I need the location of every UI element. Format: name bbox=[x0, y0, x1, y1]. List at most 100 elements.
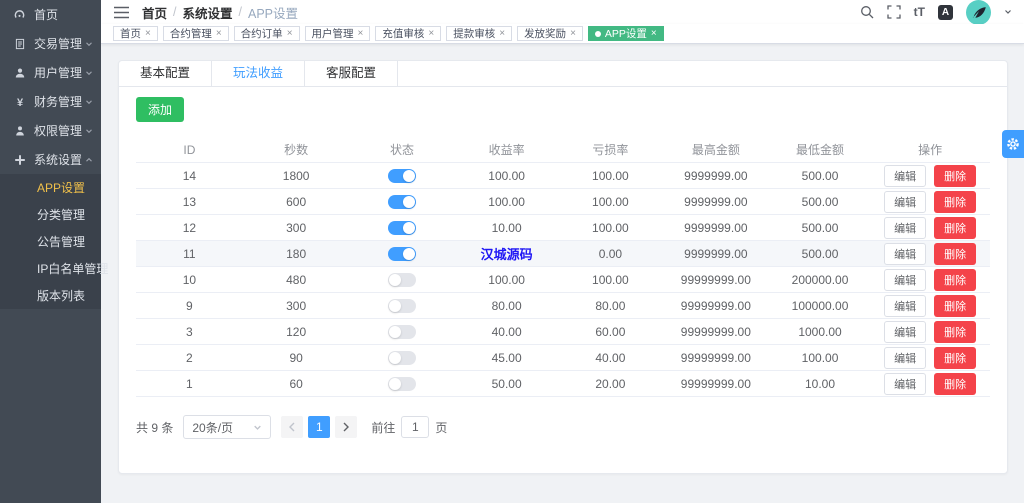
close-icon[interactable]: × bbox=[145, 28, 151, 39]
nav-tag-2[interactable]: 合约订单 × bbox=[233, 26, 300, 41]
sidebar-item-trade[interactable]: 交易管理 bbox=[0, 29, 101, 58]
close-icon[interactable]: × bbox=[651, 28, 657, 39]
gear-icon bbox=[1007, 138, 1019, 150]
cell-status bbox=[350, 168, 455, 183]
status-toggle[interactable] bbox=[388, 298, 417, 313]
edit-button[interactable]: 编辑 bbox=[884, 216, 927, 239]
delete-button[interactable]: 删除 bbox=[934, 190, 977, 213]
cell-id: 2 bbox=[186, 350, 193, 365]
search-icon[interactable] bbox=[860, 5, 874, 19]
page-content: 基本配置 玩法收益 客服配置 添加 ID 秒数 状态 收益率 亏损率 最高金额 最低金额 操作… bbox=[101, 44, 1024, 503]
cell-actions: 编辑 删除 bbox=[870, 320, 990, 343]
add-button[interactable]: 添加 bbox=[136, 97, 185, 122]
column-header-1: 秒数 bbox=[284, 143, 309, 157]
close-icon[interactable]: × bbox=[287, 28, 293, 39]
delete-button[interactable]: 删除 bbox=[934, 242, 977, 265]
close-icon[interactable]: × bbox=[428, 28, 434, 39]
status-toggle[interactable] bbox=[388, 220, 417, 235]
sidebar-item-user[interactable]: 用户管理 bbox=[0, 58, 101, 87]
avatar[interactable] bbox=[966, 0, 991, 25]
status-toggle[interactable] bbox=[388, 194, 417, 209]
column-header-6: 最低金额 bbox=[796, 143, 845, 157]
cell-loss: 40.00 bbox=[595, 350, 626, 365]
nav-tag-1[interactable]: 合约管理 × bbox=[162, 26, 229, 41]
edit-button[interactable]: 编辑 bbox=[884, 294, 927, 317]
page-1-button[interactable]: 1 bbox=[308, 416, 331, 438]
sidebar-subitem-announcement[interactable]: 公告管理 bbox=[0, 228, 101, 255]
language-icon[interactable]: A bbox=[938, 4, 953, 20]
fullscreen-icon[interactable] bbox=[887, 5, 901, 19]
cell-status bbox=[350, 220, 455, 235]
status-toggle[interactable] bbox=[388, 168, 417, 183]
hamburger-icon[interactable] bbox=[114, 6, 129, 19]
nav-tag-4[interactable]: 充值审核 × bbox=[375, 26, 442, 41]
sidebar-item-system[interactable]: 系统设置 bbox=[0, 145, 101, 174]
edit-button[interactable]: 编辑 bbox=[884, 372, 927, 395]
breadcrumb-separator: / bbox=[173, 5, 177, 19]
delete-button[interactable]: 删除 bbox=[934, 346, 977, 369]
text-size-icon[interactable]: tT bbox=[914, 6, 925, 18]
nav-tag-6[interactable]: 发放奖励 × bbox=[517, 26, 583, 41]
delete-button[interactable]: 删除 bbox=[934, 294, 977, 317]
cell-max-amount: 99999999.00 bbox=[680, 376, 751, 391]
status-toggle[interactable] bbox=[388, 376, 417, 391]
edit-button[interactable]: 编辑 bbox=[884, 190, 927, 213]
sidebar-subitem-category[interactable]: 分类管理 bbox=[0, 201, 101, 228]
status-toggle[interactable] bbox=[388, 324, 417, 339]
edit-button[interactable]: 编辑 bbox=[884, 164, 927, 187]
cell-seconds: 300 bbox=[286, 298, 307, 313]
close-icon[interactable]: × bbox=[216, 28, 222, 39]
sidebar-item-finance[interactable]: ¥ 财务管理 bbox=[0, 87, 101, 116]
close-icon[interactable]: × bbox=[499, 28, 505, 39]
delete-button[interactable]: 删除 bbox=[934, 164, 977, 187]
nav-tag-3[interactable]: 用户管理 × bbox=[304, 26, 371, 41]
cell-min-amount: 10.00 bbox=[805, 376, 836, 391]
tab-play-yield[interactable]: 玩法收益 bbox=[212, 61, 306, 86]
edit-button[interactable]: 编辑 bbox=[884, 346, 927, 369]
close-icon[interactable]: × bbox=[358, 28, 364, 39]
finance-icon: ¥ bbox=[13, 95, 26, 108]
settings-fab[interactable] bbox=[1002, 130, 1024, 158]
cell-loss: 100.00 bbox=[592, 220, 629, 235]
cell-status bbox=[350, 376, 455, 391]
breadcrumb-system-settings[interactable]: 系统设置 bbox=[183, 3, 233, 22]
tab-basic-config[interactable]: 基本配置 bbox=[119, 61, 213, 86]
status-toggle[interactable] bbox=[388, 246, 417, 261]
breadcrumb-home[interactable]: 首页 bbox=[142, 3, 167, 22]
page-size-value: 20条/页 bbox=[192, 420, 234, 435]
sidebar-item-permission[interactable]: 权限管理 bbox=[0, 116, 101, 145]
card-tabs: 基本配置 玩法收益 客服配置 bbox=[119, 61, 1007, 87]
cell-id: 1 bbox=[186, 376, 193, 391]
sidebar-submenu: APP设置 分类管理 公告管理 IP白名单管理 版本列表 bbox=[0, 174, 108, 309]
tab-customer-service[interactable]: 客服配置 bbox=[305, 61, 399, 86]
cell-loss: 0.00 bbox=[598, 246, 623, 261]
delete-button[interactable]: 删除 bbox=[934, 372, 977, 395]
nav-tag-7[interactable]: APP设置 × bbox=[587, 26, 664, 41]
edit-button[interactable]: 编辑 bbox=[884, 242, 927, 265]
goto-page-input[interactable] bbox=[401, 416, 430, 438]
cell-min-amount: 500.00 bbox=[801, 194, 839, 209]
sidebar-subitem-app-settings[interactable]: APP设置 bbox=[0, 174, 101, 201]
status-toggle[interactable] bbox=[388, 272, 417, 287]
nav-tag-5[interactable]: 提款审核 × bbox=[446, 26, 513, 41]
cell-max-amount: 99999999.00 bbox=[680, 272, 751, 287]
sidebar-item-home[interactable]: 首页 bbox=[0, 0, 101, 29]
page-size-select[interactable]: 20条/页 bbox=[183, 415, 272, 439]
sidebar-subitem-version-list[interactable]: 版本列表 bbox=[0, 282, 101, 309]
delete-button[interactable]: 删除 bbox=[934, 268, 977, 291]
delete-button[interactable]: 删除 bbox=[934, 320, 977, 343]
next-page-button[interactable] bbox=[335, 416, 358, 438]
cell-id: 12 bbox=[182, 220, 197, 235]
close-icon[interactable]: × bbox=[570, 28, 576, 39]
prev-page-button[interactable] bbox=[281, 416, 304, 438]
cell-id: 3 bbox=[186, 324, 193, 339]
edit-button[interactable]: 编辑 bbox=[884, 320, 927, 343]
edit-button[interactable]: 编辑 bbox=[884, 268, 927, 291]
cell-seconds: 60 bbox=[289, 376, 303, 391]
chevron-down-icon[interactable] bbox=[1004, 8, 1012, 16]
nav-tag-0[interactable]: 首页 × bbox=[113, 26, 158, 41]
delete-button[interactable]: 删除 bbox=[934, 216, 977, 239]
sidebar-subitem-ip-whitelist[interactable]: IP白名单管理 bbox=[0, 255, 108, 282]
toggle-knob bbox=[403, 221, 416, 234]
status-toggle[interactable] bbox=[388, 350, 417, 365]
